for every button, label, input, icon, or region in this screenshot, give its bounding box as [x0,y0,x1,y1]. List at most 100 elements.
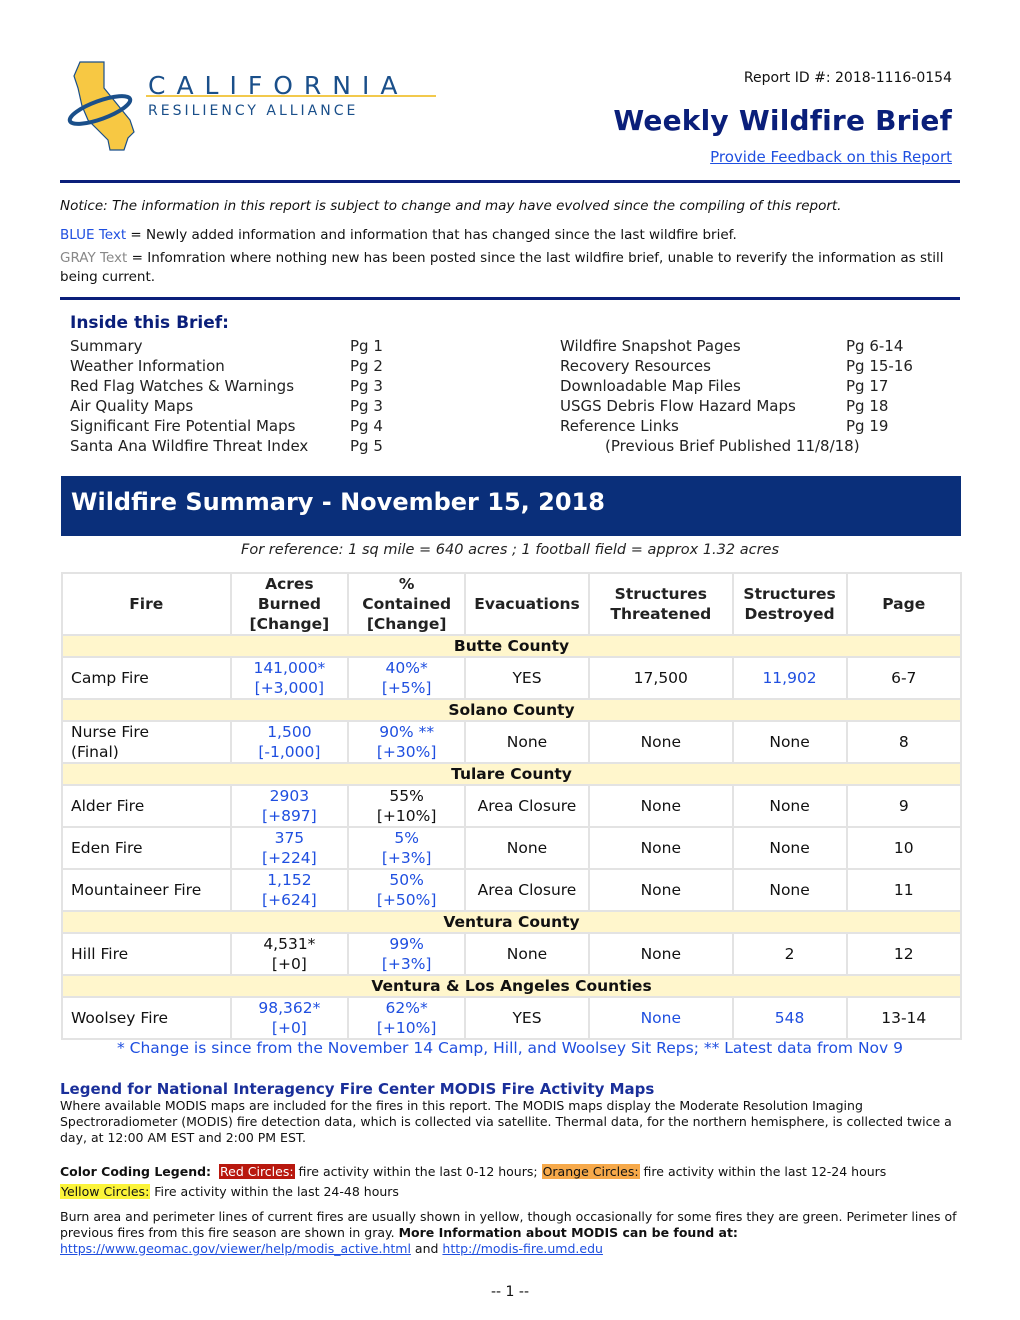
col-header-contained: % Contained [Change] [347,572,467,636]
contained-cell: 90% ** [+30%] [347,720,467,764]
toc-item[interactable]: Recovery Resources Pg 15-16 [560,356,960,376]
evacuations-cell: YES [464,996,590,1040]
col-header-threatened: Structures Threatened [587,572,734,636]
color-legend-label: Color Coding Legend: [60,1164,212,1179]
modis-legend-title: Legend for National Interagency Fire Cen… [60,1080,655,1098]
destroyed-cell: None [731,720,848,764]
contained-cell: 50% [+50%] [347,868,467,912]
toc-item-label: Significant Fire Potential Maps [70,417,296,435]
toc-item[interactable]: Santa Ana Wildfire Threat Index Pg 5 [70,436,470,456]
fire-name: Alder Fire [71,797,145,815]
fire-name-cell: Camp Fire [61,656,232,700]
fire-name: Camp Fire [71,669,149,687]
contained-change: [+3%] [381,849,432,867]
acres-change: [+0] [271,1019,307,1037]
blue-text-legend: BLUE Text = Newly added information and … [60,226,960,245]
toc-item[interactable]: Summary Pg 1 [70,336,470,356]
destroyed-cell: 548 [731,996,848,1040]
header-divider [60,180,960,183]
page-number: -- 1 -- [490,1284,529,1300]
acres-cell: 4,531* [+0] [229,932,350,976]
contained-change: [+50%] [376,891,437,909]
page-cell: 9 [845,784,962,828]
page-cell: 10 [845,826,962,870]
county-name: Butte County [61,634,962,658]
county-name: Solano County [61,698,962,722]
orange-circles-desc: fire activity within the last 12-24 hour… [639,1164,887,1179]
acres-cell: 375 [+224] [229,826,350,870]
toc-item[interactable]: Reference Links Pg 19 [560,416,960,436]
toc-item-page: Pg 2 [350,357,383,375]
destroyed-cell: None [731,826,848,870]
acres: 1,500 [267,723,312,741]
fire-name: Eden Fire [71,839,143,857]
table-footnote: * Change is since from the November 14 C… [116,1039,903,1057]
acres-cell: 141,000* [+3,000] [229,656,350,700]
toc-item-label: Red Flag Watches & Warnings [70,377,295,395]
table-row: Mountaineer Fire 1,152 [+624] 50% [+50%] Area… [61,868,962,912]
red-circles-desc: fire activity within the last 0-12 hours… [294,1164,542,1179]
contained-cell: 99% [+3%] [347,932,467,976]
toc-item[interactable]: Wildfire Snapshot Pages Pg 6-14 [560,336,960,356]
gray-text-key: GRAY Text [60,250,128,266]
toc-item[interactable]: Red Flag Watches & Warnings Pg 3 [70,376,470,396]
col-header-acres: Acres Burned [Change] [229,572,350,636]
yellow-circles-desc: Fire activity within the last 24-48 hour… [150,1184,399,1199]
evacuations-cell: YES [464,656,590,700]
toc-item[interactable]: USGS Debris Flow Hazard Maps Pg 18 [560,396,960,416]
toc-item-page: Pg 6-14 [846,337,904,355]
toc-item[interactable]: Air Quality Maps Pg 3 [70,396,470,416]
red-circles-label: Red Circles: [219,1164,295,1179]
yellow-circles-label: Yellow Circles: [60,1184,151,1199]
burn-area-note: Burn area and perimeter lines of current… [60,1209,970,1257]
toc-item-page: Pg 3 [350,377,383,395]
toc-item-page: Pg 1 [350,337,383,355]
toc-item-label: Santa Ana Wildfire Threat Index [70,437,309,455]
modis-legend-body: Where available MODIS maps are included … [60,1098,952,1145]
table-row: Nurse Fire (Final) 1,500 [-1,000] 90% ** [+30… [61,720,962,764]
gray-text-legend: GRAY Text = Infomration where nothing ne… [60,249,960,287]
county-name: Tulare County [61,762,962,786]
toc-item-page: Pg 18 [846,397,889,415]
toc-right-column: Wildfire Snapshot Pages Pg 6-14 Recovery … [560,336,960,456]
fire-name-cell: Nurse Fire (Final) [61,720,232,764]
page-cell: 12 [845,932,962,976]
table-body: Butte County Camp Fire 141,000* [+3,000] 40%… [61,634,962,1040]
toc-item-label: Summary [70,337,143,355]
evacuations-cell: None [464,720,590,764]
destroyed-cell: 11,902 [731,656,848,700]
table-header-row: Fire Acres Burned [Change] % Contained [Chan… [61,572,962,636]
toc-left-column: Summary Pg 1 Weather Information Pg 2 Red … [70,336,470,456]
toc-item[interactable]: Significant Fire Potential Maps Pg 4 [70,416,470,436]
contained-cell: 55% [+10%] [347,784,467,828]
toc-item[interactable]: Downloadable Map Files Pg 17 [560,376,960,396]
table-row: Woolsey Fire 98,362* [+0] 62%* [+10%] YES None… [61,996,962,1040]
destroyed-cell: None [731,868,848,912]
acres-cell: 2903 [+897] [229,784,350,828]
contained-change: [+5%] [381,679,432,697]
table-row: Alder Fire 2903 [+897] 55% [+10%] Area Closur… [61,784,962,828]
acres: 141,000* [253,659,326,677]
color-coding-legend: Color Coding Legend: Red Circles: fire a… [60,1162,970,1202]
fire-name: Hill Fire [71,945,129,963]
fire-name-cell: Eden Fire [61,826,232,870]
contained-change: [+10%] [376,1019,437,1037]
toc-item-label: Reference Links [560,417,679,435]
acres-reference-note: For reference: 1 sq mile = 640 acres ; 1… [240,542,780,558]
evacuations-cell: Area Closure [464,784,590,828]
fire-name-cell: Woolsey Fire [61,996,232,1040]
acres-change: [+0] [271,955,307,973]
toc-item-page: Pg 4 [350,417,383,435]
col-header-destroyed: Structures Destroyed [731,572,848,636]
fire-name: Woolsey Fire [71,1009,169,1027]
threatened-cell: None [587,932,734,976]
toc-item-page: Pg 19 [846,417,889,435]
feedback-link[interactable]: Provide Feedback on this Report [710,148,952,166]
geomac-link[interactable]: https://www.geomac.gov/viewer/help/modis… [60,1241,411,1256]
modis-fire-link[interactable]: http://modis-fire.umd.edu [442,1241,603,1256]
toc-item[interactable]: Weather Information Pg 2 [70,356,470,376]
fire-name-cell: Alder Fire [61,784,232,828]
acres: 1,152 [267,871,312,889]
page-cell: 13-14 [845,996,962,1040]
page-cell: 11 [845,868,962,912]
